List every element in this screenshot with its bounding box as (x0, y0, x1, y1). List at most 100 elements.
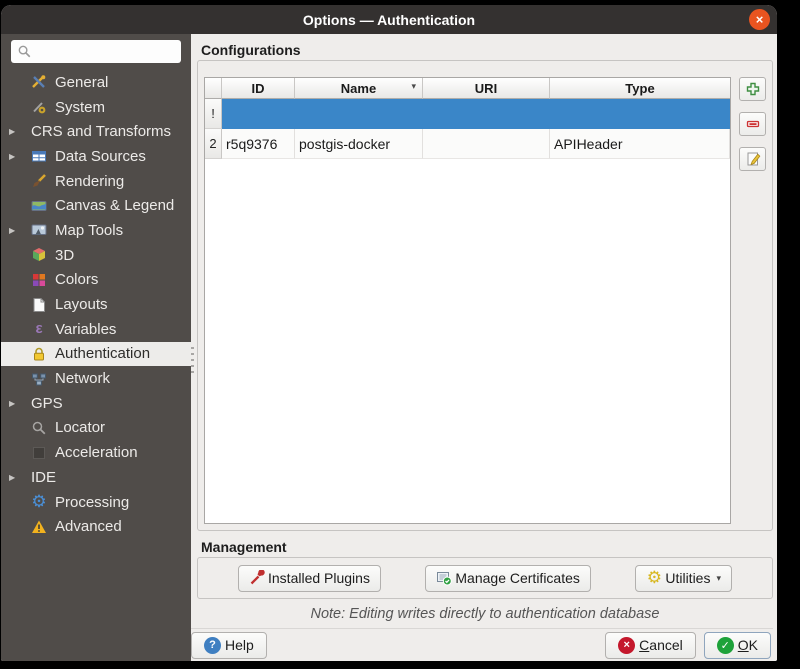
installed-plugins-button[interactable]: Installed Plugins (238, 565, 381, 592)
cell-type[interactable]: APIHeader (550, 129, 730, 159)
note-text: Note: Editing writes directly to authent… (197, 606, 773, 622)
settings-sidebar: General System ▶ CRS and Transforms (1, 34, 191, 661)
sidebar-item-label: Acceleration (55, 444, 138, 461)
cell-id[interactable] (222, 99, 295, 129)
sidebar-item-processing[interactable]: ⚙ Processing (1, 490, 191, 515)
paintbrush-icon (31, 173, 55, 189)
cell-uri[interactable] (423, 129, 550, 159)
sidebar-item-locator[interactable]: Locator (1, 416, 191, 441)
cancel-button[interactable]: × Cancel (605, 632, 696, 659)
management-group: Installed Plugins Manage Certificates ⚙ … (197, 557, 773, 599)
epsilon-icon: ε (31, 321, 55, 337)
map-icon (31, 198, 55, 214)
pencil-icon (745, 151, 761, 167)
expand-icon[interactable]: ▶ (9, 152, 31, 161)
expand-icon[interactable]: ▶ (9, 473, 31, 482)
tools-icon (31, 74, 55, 90)
minus-icon (745, 116, 761, 132)
sidebar-item-general[interactable]: General (1, 70, 191, 95)
table-row[interactable]: ! (205, 99, 730, 129)
page-icon (31, 297, 55, 313)
acceleration-icon (31, 445, 55, 461)
column-header-uri[interactable]: URI (423, 78, 550, 99)
sidebar-item-label: Layouts (55, 296, 108, 313)
cell-uri[interactable] (423, 99, 550, 129)
sidebar-item-label: Processing (55, 494, 129, 511)
edit-configuration-button[interactable] (739, 147, 766, 171)
sidebar-item-authentication[interactable]: Authentication (1, 342, 191, 367)
sidebar-item-acceleration[interactable]: Acceleration (1, 440, 191, 465)
sidebar-item-gps[interactable]: ▶ GPS (1, 391, 191, 416)
cube-3d-icon (31, 247, 55, 263)
remove-configuration-button[interactable] (739, 112, 766, 136)
sidebar-item-label: System (55, 99, 105, 116)
authentication-panel: Configurations ID Name ▾ URI (191, 34, 777, 661)
help-button[interactable]: ? Help (191, 632, 267, 659)
sidebar-item-map-tools[interactable]: ▶ Map Tools (1, 218, 191, 243)
sidebar-item-label: Colors (55, 271, 98, 288)
sidebar-item-label: Locator (55, 419, 105, 436)
sidebar-item-label: Advanced (55, 518, 122, 535)
configurations-table: ID Name ▾ URI Type (204, 77, 731, 524)
cell-id[interactable]: r5q9376 (222, 129, 295, 159)
column-header-name[interactable]: Name ▾ (295, 78, 423, 99)
corner-header-cell[interactable] (205, 78, 222, 99)
expand-icon[interactable]: ▶ (9, 127, 31, 136)
gear-icon: ⚙ (31, 494, 55, 510)
network-icon (31, 371, 55, 387)
close-icon: × (756, 12, 764, 27)
splitter-handle[interactable] (191, 347, 194, 373)
expand-icon[interactable]: ▶ (9, 226, 31, 235)
plus-icon (745, 81, 761, 97)
sidebar-item-network[interactable]: Network (1, 366, 191, 391)
table-header-row: ID Name ▾ URI Type (205, 78, 730, 99)
magnifier-icon (31, 420, 55, 436)
sidebar-item-label: Variables (55, 321, 116, 338)
table-row[interactable]: 2 r5q9376 postgis-docker APIHeader (205, 129, 730, 159)
options-dialog: Options — Authentication × (1, 5, 777, 661)
ok-icon: ✓ (717, 637, 734, 654)
sidebar-item-3d[interactable]: 3D (1, 243, 191, 268)
row-header: 2 (205, 129, 222, 159)
utilities-button[interactable]: ⚙ Utilities ▾ (635, 565, 732, 592)
sidebar-item-rendering[interactable]: Rendering (1, 169, 191, 194)
row-header: ! (205, 99, 222, 129)
sort-desc-icon: ▾ (411, 81, 416, 92)
search-bar (1, 34, 191, 69)
management-group-title: Management (201, 539, 773, 555)
add-configuration-button[interactable] (739, 77, 766, 101)
sidebar-item-data-sources[interactable]: ▶ Data Sources (1, 144, 191, 169)
sidebar-item-crs-and-transforms[interactable]: ▶ CRS and Transforms (1, 119, 191, 144)
config-actions (739, 77, 766, 524)
ok-button[interactable]: ✓ OK (704, 632, 771, 659)
cell-type[interactable] (550, 99, 730, 129)
settings-tree: General System ▶ CRS and Transforms (1, 70, 191, 539)
search-input[interactable] (11, 40, 181, 63)
cancel-icon: × (618, 637, 635, 654)
sidebar-item-label: IDE (31, 469, 56, 486)
sidebar-item-colors[interactable]: Colors (1, 268, 191, 293)
search-icon (17, 44, 32, 59)
column-header-id[interactable]: ID (222, 78, 295, 99)
certificate-icon (436, 570, 452, 586)
sidebar-item-label: Data Sources (55, 148, 146, 165)
wrench-icon (249, 570, 265, 586)
close-button[interactable]: × (749, 9, 770, 30)
sidebar-item-canvas-legend[interactable]: Canvas & Legend (1, 193, 191, 218)
manage-certificates-button[interactable]: Manage Certificates (425, 565, 591, 592)
dialog-title: Options — Authentication (303, 12, 475, 28)
cell-name[interactable]: postgis-docker (295, 129, 423, 159)
title-bar[interactable]: Options — Authentication × (1, 5, 777, 34)
expand-icon[interactable]: ▶ (9, 399, 31, 408)
cell-name[interactable] (295, 99, 423, 129)
lock-icon (31, 346, 55, 362)
dialog-button-box: ? Help × Cancel ✓ OK (191, 628, 773, 661)
sidebar-item-advanced[interactable]: Advanced (1, 514, 191, 539)
gear-icon: ⚙ (646, 570, 662, 586)
sidebar-item-layouts[interactable]: Layouts (1, 292, 191, 317)
dropdown-caret-icon: ▾ (716, 573, 721, 584)
sidebar-item-system[interactable]: System (1, 95, 191, 120)
sidebar-item-variables[interactable]: ε Variables (1, 317, 191, 342)
column-header-type[interactable]: Type (550, 78, 730, 99)
sidebar-item-ide[interactable]: ▶ IDE (1, 465, 191, 490)
